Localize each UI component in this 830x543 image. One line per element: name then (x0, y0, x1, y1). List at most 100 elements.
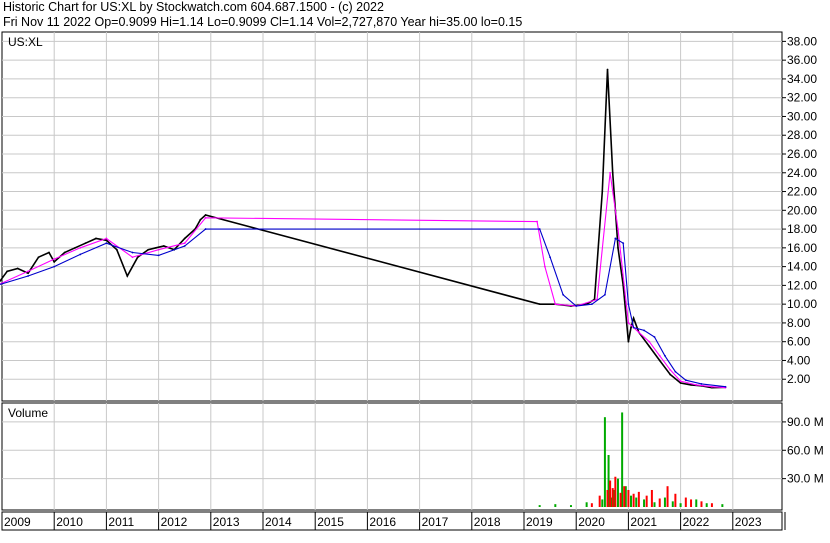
x-tick-label: 2012 (161, 515, 188, 529)
x-tick-label: 2020 (578, 515, 605, 529)
price-point (536, 220, 538, 223)
volume-bar (616, 478, 619, 507)
price-point (648, 340, 651, 343)
volume-bar (630, 495, 633, 507)
x-tick-label: 2013 (213, 515, 240, 529)
volume-panel (1, 402, 783, 511)
price-point (627, 322, 630, 324)
price-point (105, 239, 108, 242)
price-point (131, 256, 134, 259)
price-point (669, 373, 672, 376)
x-tick-label: 2011 (108, 515, 134, 529)
volume-bar (663, 497, 666, 507)
y-tick-label: 30.00 (787, 109, 817, 123)
volume-bar (671, 501, 674, 507)
volume-bar (658, 498, 661, 507)
volume-bar (569, 505, 572, 507)
price-point (126, 275, 129, 277)
price-point (549, 256, 551, 259)
volume-bar (538, 505, 541, 507)
price-point (679, 380, 682, 383)
x-tick-label: 2021 (630, 515, 657, 529)
price-point (606, 68, 609, 71)
price-point (183, 242, 186, 245)
volume-bar (666, 486, 669, 507)
price-point (658, 359, 661, 362)
volume-bar (645, 495, 648, 507)
price-point (684, 379, 687, 382)
y-tick-label: 4.00 (787, 353, 811, 367)
price-point (79, 253, 82, 256)
price-point (695, 383, 698, 386)
price-point (84, 242, 87, 245)
price-point (630, 326, 632, 329)
price-point (554, 303, 557, 306)
price-point (204, 228, 207, 230)
price-point (53, 261, 56, 263)
x-tick-label: 2015 (317, 515, 344, 529)
price-point (37, 256, 40, 259)
price-point (679, 382, 682, 384)
y-tick-label: 28.00 (787, 128, 817, 142)
volume-bar (695, 499, 698, 507)
y-tick-label: 12.00 (787, 278, 817, 292)
volume-bar (674, 493, 677, 507)
price-point (147, 248, 150, 251)
volume-bar (721, 504, 724, 507)
price-point (590, 303, 593, 306)
price-point (95, 237, 97, 240)
price-point (604, 293, 606, 296)
price-point (74, 246, 76, 249)
volume-bar (590, 503, 593, 507)
price-point (131, 251, 134, 254)
price-point (105, 242, 108, 245)
x-tick-label: 2016 (369, 515, 396, 529)
price-series-line (0, 172, 726, 389)
price-panel (1, 31, 783, 402)
price-point (627, 340, 630, 343)
volume-bar (679, 503, 682, 507)
price-point (622, 242, 625, 245)
price-point (27, 270, 29, 273)
price-point (53, 265, 56, 268)
y-tick-label: 10.00 (787, 297, 817, 311)
price-point (157, 248, 160, 251)
price-point (183, 237, 186, 240)
price-point (27, 275, 29, 277)
price-point (653, 336, 656, 338)
price-point (617, 228, 619, 230)
volume-bar (623, 486, 626, 507)
price-point (711, 385, 713, 388)
price-point (199, 218, 202, 221)
price-point (632, 317, 635, 320)
volume-bar (603, 417, 606, 507)
x-tick-label: 2017 (422, 515, 449, 529)
volume-bar (601, 499, 604, 507)
price-point (183, 245, 186, 247)
price-point (643, 329, 645, 332)
y-tick-label: 8.00 (787, 316, 811, 330)
x-tick-label: 2010 (56, 515, 83, 529)
y-tick-label: 20.00 (787, 203, 817, 217)
volume-bar (585, 502, 588, 507)
price-point (48, 251, 50, 254)
y-tick-label: 14.00 (787, 260, 817, 274)
price-point (53, 258, 56, 261)
volume-tick-label: 30.0 M (787, 472, 824, 486)
volume-bar (611, 488, 614, 507)
price-point (614, 237, 617, 240)
price-point (611, 171, 614, 174)
price-point (6, 270, 9, 273)
volume-panel-label: Volume (8, 406, 48, 420)
price-point (538, 228, 541, 230)
price-point (601, 190, 604, 193)
volume-bar (632, 493, 635, 507)
price-series-line (0, 228, 726, 388)
price-point (105, 237, 108, 240)
price-point (204, 214, 207, 216)
price-point (637, 331, 640, 334)
price-panel-label: US:XL (8, 35, 43, 49)
volume-bar (690, 499, 693, 507)
price-point (79, 246, 82, 249)
y-tick-label: 26.00 (787, 147, 817, 161)
